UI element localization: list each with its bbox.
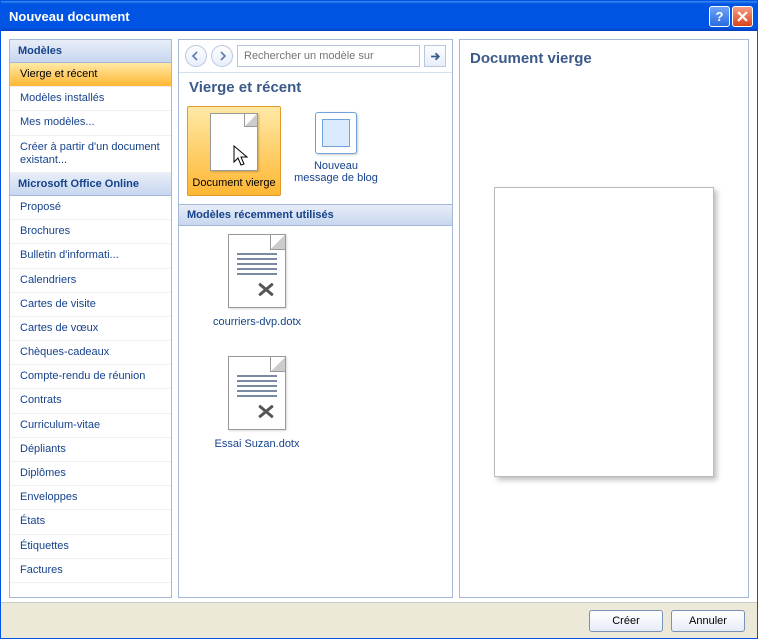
sidebar-item[interactable]: Étiquettes xyxy=(10,535,171,559)
close-button[interactable] xyxy=(732,6,753,27)
sidebar-header-online: Microsoft Office Online xyxy=(10,173,171,196)
nav-forward-button[interactable] xyxy=(211,45,233,67)
sidebar-item[interactable]: Dépliants xyxy=(10,438,171,462)
dialog-body: ModèlesVierge et récentModèles installés… xyxy=(1,31,757,602)
recent-header: Modèles récemment utilisés xyxy=(179,204,452,226)
sidebar-item[interactable]: Bulletin d'informati... xyxy=(10,244,171,268)
template-label: Nouveau message de blog xyxy=(291,160,381,184)
sidebar-item[interactable]: Contrats xyxy=(10,389,171,413)
preview-panel: Document vierge xyxy=(459,39,749,598)
template-file-icon xyxy=(228,234,286,308)
sidebar-item[interactable]: Vierge et récent xyxy=(10,63,171,87)
arrow-right-icon xyxy=(217,51,227,61)
arrow-left-icon xyxy=(191,51,201,61)
sidebar-header-templates: Modèles xyxy=(10,40,171,63)
close-icon xyxy=(737,11,748,22)
create-button[interactable]: Créer xyxy=(589,610,663,632)
sidebar-item[interactable]: Modèles installés xyxy=(10,87,171,111)
template-item[interactable]: Nouveau message de blog xyxy=(289,106,383,196)
sidebar-item[interactable]: Enveloppes xyxy=(10,486,171,510)
window-title: Nouveau document xyxy=(9,9,707,24)
titlebar: Nouveau document ? xyxy=(1,1,757,31)
sidebar-item[interactable]: Mes modèles... xyxy=(10,111,171,135)
template-gallery: Vierge et récent Document vierge Nouveau … xyxy=(178,39,453,598)
sidebar-item[interactable]: États xyxy=(10,510,171,534)
help-button[interactable]: ? xyxy=(709,6,730,27)
section-title: Vierge et récent xyxy=(179,73,452,102)
sidebar-item[interactable]: Compte-rendu de réunion xyxy=(10,365,171,389)
recent-template-label: Essai Suzan.dotx xyxy=(215,438,300,450)
cancel-button[interactable]: Annuler xyxy=(671,610,745,632)
recent-template-item[interactable]: Essai Suzan.dotx xyxy=(187,356,327,450)
template-label: Document vierge xyxy=(192,177,275,189)
dialog-footer: Créer Annuler xyxy=(1,602,757,638)
sidebar-item[interactable]: Cartes de visite xyxy=(10,293,171,317)
recent-template-item[interactable]: courriers-dvp.dotx xyxy=(187,234,327,328)
sidebar-item[interactable]: Cartes de vœux xyxy=(10,317,171,341)
gallery-toolbar xyxy=(179,40,452,73)
sidebar-item[interactable]: Brochures xyxy=(10,220,171,244)
preview-title: Document vierge xyxy=(470,50,738,67)
sidebar-item[interactable]: Créer à partir d'un document existant... xyxy=(10,136,171,173)
blog-post-icon xyxy=(315,112,357,154)
arrow-right-icon xyxy=(430,51,441,62)
sidebar-item[interactable]: Calendriers xyxy=(10,269,171,293)
new-document-dialog: Nouveau document ? ModèlesVierge et réce… xyxy=(0,0,758,639)
preview-thumbnail xyxy=(494,187,714,477)
search-go-button[interactable] xyxy=(424,45,446,67)
recent-template-label: courriers-dvp.dotx xyxy=(213,316,301,328)
sidebar-item[interactable]: Diplômes xyxy=(10,462,171,486)
sidebar-item[interactable]: Chèques-cadeaux xyxy=(10,341,171,365)
template-item[interactable]: Document vierge xyxy=(187,106,281,196)
sidebar-item[interactable]: Factures xyxy=(10,559,171,583)
search-input[interactable] xyxy=(237,45,420,67)
blank-document-icon xyxy=(210,113,258,171)
sidebar-item[interactable]: Curriculum-vitae xyxy=(10,414,171,438)
template-file-icon xyxy=(228,356,286,430)
sidebar-item[interactable]: Proposé xyxy=(10,196,171,220)
template-sidebar: ModèlesVierge et récentModèles installés… xyxy=(9,39,172,598)
nav-back-button[interactable] xyxy=(185,45,207,67)
